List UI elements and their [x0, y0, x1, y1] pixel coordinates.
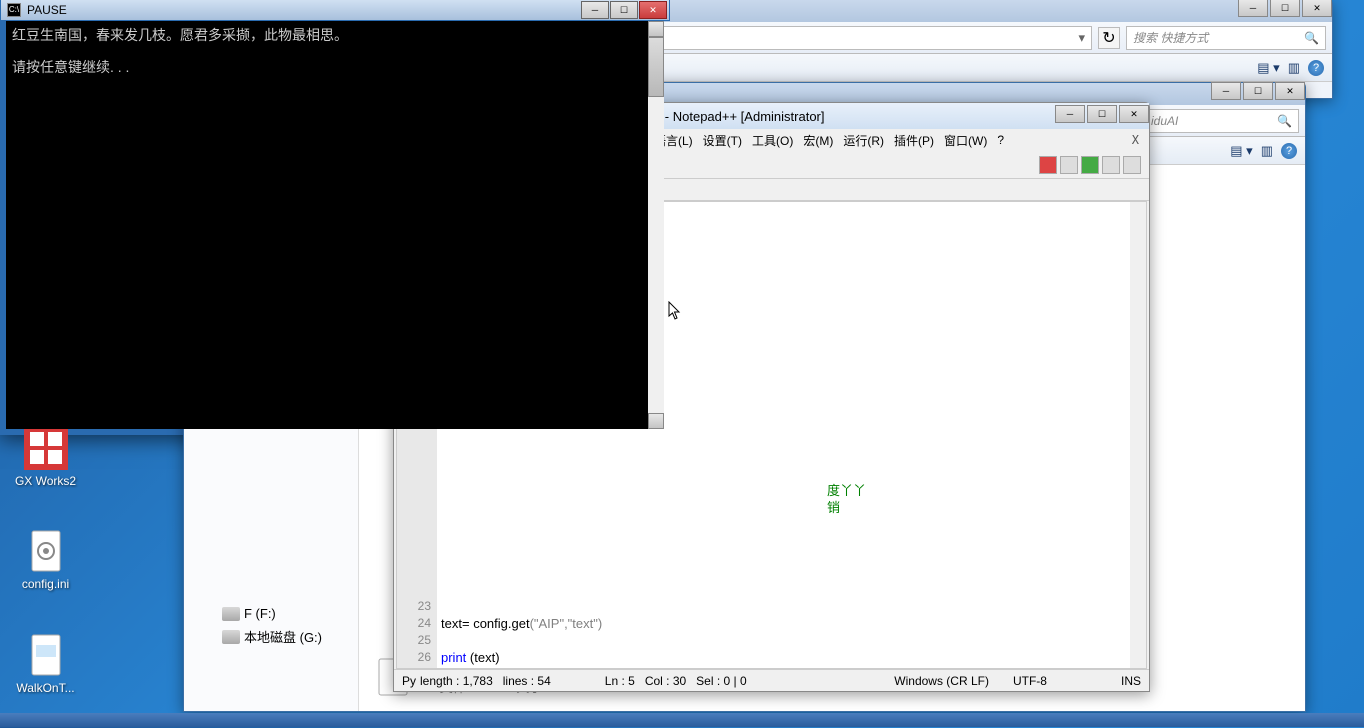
console-titlebar[interactable]: C:\ PAUSE ─ ☐ ✕ [0, 0, 670, 21]
minimize-button[interactable]: ─ [1211, 82, 1241, 100]
desktop-icon-walkon[interactable]: WalkOnT... [8, 631, 83, 695]
toolbar-icon[interactable] [1123, 156, 1141, 174]
scroll-up-button[interactable] [648, 21, 664, 37]
menu-help[interactable]: ? [993, 131, 1008, 149]
icon-label: WalkOnT... [8, 681, 83, 695]
menu-settings[interactable]: 设置(T) [699, 130, 746, 151]
search-icon: 🔍 [1277, 114, 1292, 128]
py-file-icon [22, 631, 70, 679]
scroll-thumb[interactable] [648, 37, 664, 97]
gxworks-icon [22, 424, 70, 472]
toolbar-icon[interactable] [1102, 156, 1120, 174]
maximize-button[interactable]: ☐ [610, 1, 638, 19]
menu-window[interactable]: 窗口(W) [940, 130, 991, 151]
editor-scrollbar[interactable] [1130, 202, 1146, 668]
help-icon[interactable]: ? [1308, 60, 1324, 76]
view-menu[interactable]: ▤ ▾ [1257, 60, 1279, 76]
menu-tools[interactable]: 工具(O) [748, 130, 797, 151]
drive-icon [222, 607, 240, 621]
refresh-button[interactable]: ↻ [1098, 27, 1120, 49]
status-col: Col : 30 [645, 674, 686, 688]
close-button[interactable]: ✕ [639, 1, 667, 19]
search-input[interactable]: 搜索 快捷方式 🔍 [1126, 26, 1326, 50]
close-button[interactable]: ✕ [1275, 82, 1305, 100]
chevron-down-icon[interactable]: ▾ [1078, 30, 1085, 46]
status-ln: Ln : 5 [605, 674, 635, 688]
sidebar-item-drive-g[interactable]: 本地磁盘 (G:) [204, 624, 358, 649]
status-lang: Py [402, 674, 416, 688]
console-body[interactable]: 红豆生南国，春来发几枝。愿君多采撷，此物最相思。 请按任意键继续. . . [6, 21, 664, 429]
search-icon: 🔍 [1304, 31, 1319, 45]
close-button[interactable]: ✕ [1119, 105, 1149, 123]
preview-pane-button[interactable]: ▥ [1288, 60, 1300, 76]
minimize-button[interactable]: ─ [581, 1, 609, 19]
console-line: 请按任意键继续. . . [12, 57, 658, 77]
icon-label: config.ini [8, 577, 83, 591]
close-doc-button[interactable]: X [1128, 131, 1143, 149]
status-sel: Sel : 0 | 0 [696, 674, 746, 688]
search-input[interactable]: iduAI 🔍 [1144, 109, 1299, 133]
maximize-button[interactable]: ☐ [1087, 105, 1117, 123]
search-placeholder: iduAI [1151, 114, 1178, 128]
minimize-button[interactable]: ─ [1055, 105, 1085, 123]
menu-run[interactable]: 运行(R) [839, 130, 888, 151]
help-icon[interactable]: ? [1281, 143, 1297, 159]
scroll-down-button[interactable] [648, 413, 664, 429]
close-button[interactable]: ✕ [1302, 0, 1332, 17]
stop-macro-icon[interactable] [1060, 156, 1078, 174]
search-placeholder: 搜索 快捷方式 [1133, 29, 1208, 46]
taskbar[interactable] [0, 713, 1364, 727]
desktop-icon-config[interactable]: config.ini [8, 527, 83, 591]
record-macro-icon[interactable] [1039, 156, 1057, 174]
status-eol: Windows (CR LF) [894, 674, 989, 688]
view-menu[interactable]: ▤ ▾ [1230, 143, 1252, 159]
menu-macro[interactable]: 宏(M) [799, 130, 837, 151]
play-macro-icon[interactable] [1081, 156, 1099, 174]
console-window: C:\ PAUSE ─ ☐ ✕ 红豆生南国，春来发几枝。愿君多采撷，此物最相思。… [0, 0, 670, 435]
maximize-button[interactable]: ☐ [1270, 0, 1300, 17]
statusbar: Py length : 1,783 lines : 54 Ln : 5 Col … [394, 669, 1149, 691]
sidebar-item-drive-f[interactable]: F (F:) [204, 603, 358, 624]
drive-icon [222, 630, 240, 644]
status-ins: INS [1121, 674, 1141, 688]
status-length: length : 1,783 [420, 674, 493, 688]
desktop-icon-gxworks[interactable]: GX Works2 [8, 424, 83, 488]
console-scrollbar[interactable] [648, 21, 664, 429]
preview-pane-button[interactable]: ▥ [1261, 143, 1273, 159]
console-line: 红豆生南国，春来发几枝。愿君多采撷，此物最相思。 [12, 25, 658, 45]
console-title: PAUSE [27, 3, 67, 17]
status-lines: lines : 54 [503, 674, 551, 688]
cmd-icon: C:\ [7, 3, 21, 17]
menu-plugins[interactable]: 插件(P) [890, 130, 938, 151]
icon-label: GX Works2 [8, 474, 83, 488]
minimize-button[interactable]: ─ [1238, 0, 1268, 17]
maximize-button[interactable]: ☐ [1243, 82, 1273, 100]
ini-icon [22, 527, 70, 575]
status-encoding: UTF-8 [1013, 674, 1047, 688]
